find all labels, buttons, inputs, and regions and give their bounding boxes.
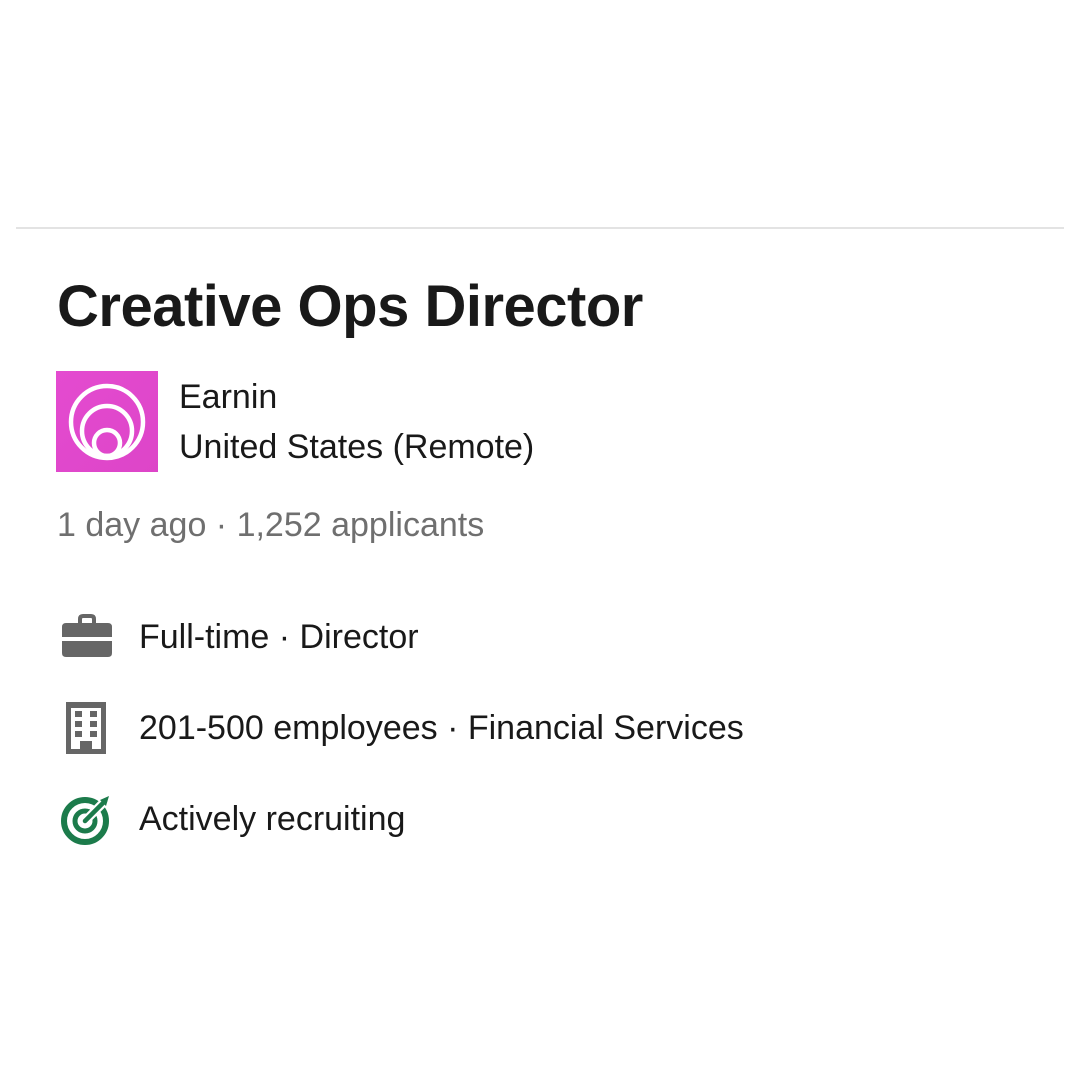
- hiring-status-insight: Actively recruiting: [57, 791, 1017, 847]
- meta-separator: ·: [206, 506, 237, 544]
- company-size-text: 201-500 employees · Financial Services: [139, 709, 744, 747]
- job-title: Creative Ops Director: [57, 274, 643, 339]
- hiring-status-text: Actively recruiting: [139, 800, 406, 838]
- company-logo[interactable]: [56, 371, 158, 472]
- applicant-count: 1,252 applicants: [236, 506, 485, 544]
- job-type-insight: Full-time · Director: [57, 609, 1017, 665]
- briefcase-icon: [57, 609, 117, 665]
- top-divider: [16, 227, 1064, 229]
- company-location: United States (Remote): [179, 428, 535, 466]
- posted-time: 1 day ago: [57, 506, 207, 544]
- posting-meta: 1 day ago · 1,252 applicants: [57, 504, 484, 546]
- building-icon: [57, 700, 117, 756]
- job-type-text: Full-time · Director: [139, 618, 419, 656]
- earnin-logo-icon: [68, 383, 146, 461]
- company-name[interactable]: Earnin: [179, 377, 277, 417]
- target-icon: [57, 791, 117, 847]
- company-size-insight: 201-500 employees · Financial Services: [57, 700, 1017, 756]
